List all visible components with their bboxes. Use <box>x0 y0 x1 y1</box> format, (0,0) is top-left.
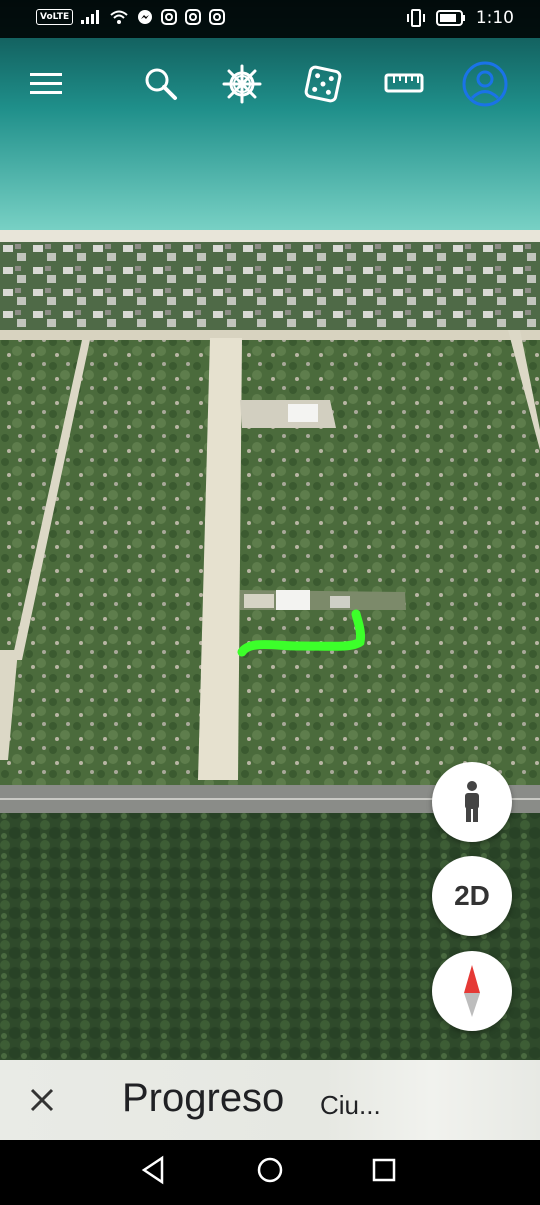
search-icon <box>145 68 177 100</box>
view-2d-toggle-button[interactable]: 2D <box>432 856 512 936</box>
compass-button[interactable] <box>432 951 512 1031</box>
home-button[interactable] <box>254 1154 286 1186</box>
status-left-group: VoLTE <box>36 9 226 25</box>
place-title: Progreso <box>122 1076 285 1120</box>
clock-time: 1:10 <box>475 8 514 28</box>
home-icon <box>257 1157 283 1183</box>
view-toggle-label: 2D <box>454 880 490 911</box>
feeling-lucky-icon <box>304 65 342 103</box>
close-icon <box>30 1088 54 1112</box>
battery-icon <box>435 10 465 26</box>
place-info-panel[interactable]: Progreso Ciu... <box>0 1060 540 1140</box>
account-button[interactable] <box>457 56 513 112</box>
volte-badge: VoLTE <box>36 9 74 25</box>
recents-icon <box>372 1158 396 1182</box>
wifi-icon <box>110 10 128 24</box>
feeling-lucky-button[interactable] <box>295 56 351 112</box>
earth-toolbar <box>0 38 540 130</box>
back-icon <box>141 1155 164 1185</box>
compass-icon <box>464 965 480 1017</box>
recents-button[interactable] <box>368 1154 400 1186</box>
measure-icon <box>384 73 424 93</box>
instagram-icon <box>209 9 226 25</box>
back-button[interactable] <box>138 1154 170 1186</box>
measure-button[interactable] <box>376 56 432 112</box>
close-panel-button[interactable] <box>22 1080 62 1120</box>
pegman-icon <box>465 781 479 822</box>
place-subtitle: Ciu... <box>320 1090 381 1120</box>
system-nav-bar <box>0 1140 540 1200</box>
search-button[interactable] <box>133 56 189 112</box>
voyager-button[interactable] <box>214 56 270 112</box>
menu-icon <box>30 73 62 94</box>
vibrate-icon <box>406 9 425 27</box>
status-right-group: 1:10 <box>406 8 514 28</box>
messenger-icon <box>138 10 153 24</box>
instagram-icon <box>161 9 178 25</box>
signal-icon <box>81 10 100 24</box>
account-icon <box>462 61 508 107</box>
voyager-icon <box>222 64 262 104</box>
status-bar: VoLTE 1:10 <box>0 0 540 38</box>
menu-button[interactable] <box>19 56 75 112</box>
street-view-button[interactable] <box>432 762 512 842</box>
instagram-icon <box>185 9 202 25</box>
